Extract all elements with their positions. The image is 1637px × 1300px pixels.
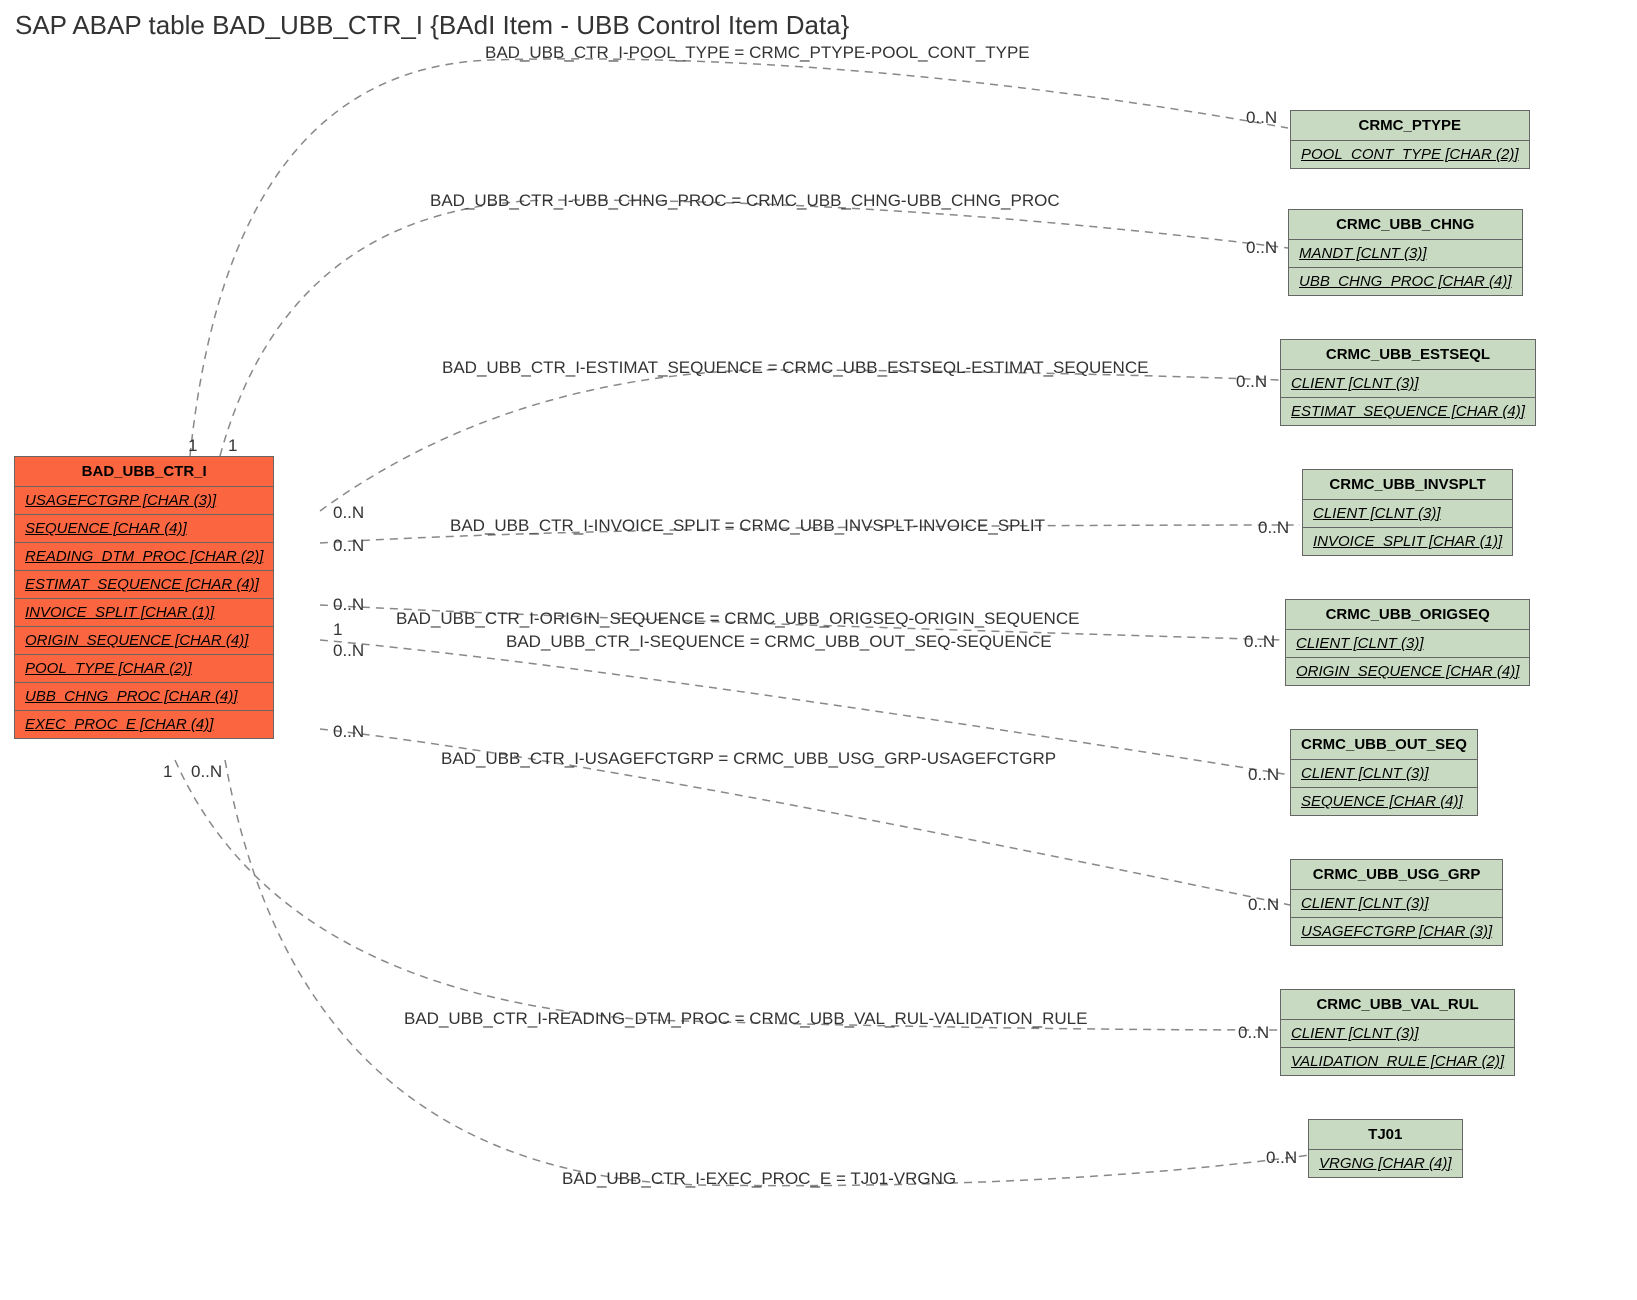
ref-table-name: CRMC_UBB_ORIGSEQ [1286, 600, 1530, 630]
ref-table-name: CRMC_PTYPE [1291, 111, 1530, 141]
cardinality-label: 0..N [333, 595, 364, 615]
cardinality-label: 0..N [1248, 765, 1279, 785]
cardinality-label: 0..N [333, 503, 364, 523]
ref-field: VRGNG [CHAR (4)] [1309, 1150, 1463, 1178]
cardinality-label: 0..N [1244, 632, 1275, 652]
page-title: SAP ABAP table BAD_UBB_CTR_I {BAdI Item … [15, 10, 849, 41]
ref-table-usggrp: CRMC_UBB_USG_GRP CLIENT [CLNT (3)] USAGE… [1290, 859, 1503, 946]
cardinality-label: 0..N [1246, 108, 1277, 128]
main-field: READING_DTM_PROC [CHAR (2)] [15, 543, 274, 571]
main-field: ORIGIN_SEQUENCE [CHAR (4)] [15, 627, 274, 655]
relation-label: BAD_UBB_CTR_I-UBB_CHNG_PROC = CRMC_UBB_C… [430, 191, 1060, 211]
cardinality-label: 0..N [1246, 238, 1277, 258]
ref-table-name: CRMC_UBB_INVSPLT [1303, 470, 1513, 500]
ref-table-valrul: CRMC_UBB_VAL_RUL CLIENT [CLNT (3)] VALID… [1280, 989, 1515, 1076]
ref-table-estseql: CRMC_UBB_ESTSEQL CLIENT [CLNT (3)] ESTIM… [1280, 339, 1536, 426]
main-field: SEQUENCE [CHAR (4)] [15, 515, 274, 543]
ref-field: CLIENT [CLNT (3)] [1303, 500, 1513, 528]
relation-label: BAD_UBB_CTR_I-SEQUENCE = CRMC_UBB_OUT_SE… [506, 632, 1052, 652]
ref-field: ESTIMAT_SEQUENCE [CHAR (4)] [1281, 398, 1536, 426]
cardinality-label: 1 [228, 436, 237, 456]
cardinality-label: 0..N [1248, 895, 1279, 915]
cardinality-label: 0..N [1236, 372, 1267, 392]
cardinality-label: 0..N [1266, 1148, 1297, 1168]
ref-table-invsplt: CRMC_UBB_INVSPLT CLIENT [CLNT (3)] INVOI… [1302, 469, 1513, 556]
ref-field: CLIENT [CLNT (3)] [1281, 370, 1536, 398]
ref-field: UBB_CHNG_PROC [CHAR (4)] [1289, 268, 1523, 296]
ref-field: ORIGIN_SEQUENCE [CHAR (4)] [1286, 658, 1530, 686]
main-field: POOL_TYPE [CHAR (2)] [15, 655, 274, 683]
main-field: UBB_CHNG_PROC [CHAR (4)] [15, 683, 274, 711]
ref-table-outseq: CRMC_UBB_OUT_SEQ CLIENT [CLNT (3)] SEQUE… [1290, 729, 1478, 816]
cardinality-label: 1 [163, 762, 172, 782]
ref-table-name: CRMC_UBB_ESTSEQL [1281, 340, 1536, 370]
ref-table-name: TJ01 [1309, 1120, 1463, 1150]
cardinality-label: 0..N [1258, 518, 1289, 538]
ref-table-name: CRMC_UBB_VAL_RUL [1281, 990, 1515, 1020]
relation-label: BAD_UBB_CTR_I-READING_DTM_PROC = CRMC_UB… [404, 1009, 1087, 1029]
cardinality-label: 1 [333, 620, 342, 640]
ref-field: INVOICE_SPLIT [CHAR (1)] [1303, 528, 1513, 556]
cardinality-label: 0..N [1238, 1023, 1269, 1043]
cardinality-label: 0..N [191, 762, 222, 782]
ref-field: USAGEFCTGRP [CHAR (3)] [1291, 918, 1503, 946]
ref-field: MANDT [CLNT (3)] [1289, 240, 1523, 268]
cardinality-label: 1 [188, 436, 197, 456]
main-field: USAGEFCTGRP [CHAR (3)] [15, 487, 274, 515]
main-field: INVOICE_SPLIT [CHAR (1)] [15, 599, 274, 627]
ref-field: VALIDATION_RULE [CHAR (2)] [1281, 1048, 1515, 1076]
ref-field: CLIENT [CLNT (3)] [1291, 760, 1478, 788]
ref-table-ptype: CRMC_PTYPE POOL_CONT_TYPE [CHAR (2)] [1290, 110, 1530, 169]
ref-table-origseq: CRMC_UBB_ORIGSEQ CLIENT [CLNT (3)] ORIGI… [1285, 599, 1530, 686]
main-entity-table: BAD_UBB_CTR_I USAGEFCTGRP [CHAR (3)] SEQ… [14, 456, 274, 739]
ref-field: CLIENT [CLNT (3)] [1286, 630, 1530, 658]
ref-table-chng: CRMC_UBB_CHNG MANDT [CLNT (3)] UBB_CHNG_… [1288, 209, 1523, 296]
ref-field: CLIENT [CLNT (3)] [1281, 1020, 1515, 1048]
relation-label: BAD_UBB_CTR_I-USAGEFCTGRP = CRMC_UBB_USG… [441, 749, 1056, 769]
ref-field: CLIENT [CLNT (3)] [1291, 890, 1503, 918]
relation-label: BAD_UBB_CTR_I-EXEC_PROC_E = TJ01-VRGNG [562, 1169, 956, 1189]
main-field: EXEC_PROC_E [CHAR (4)] [15, 711, 274, 739]
relation-label: BAD_UBB_CTR_I-INVOICE_SPLIT = CRMC_UBB_I… [450, 516, 1045, 536]
ref-field: POOL_CONT_TYPE [CHAR (2)] [1291, 141, 1530, 169]
relation-label: BAD_UBB_CTR_I-POOL_TYPE = CRMC_PTYPE-POO… [485, 43, 1030, 63]
relation-label: BAD_UBB_CTR_I-ORIGIN_SEQUENCE = CRMC_UBB… [396, 609, 1079, 629]
main-field: ESTIMAT_SEQUENCE [CHAR (4)] [15, 571, 274, 599]
main-entity-name: BAD_UBB_CTR_I [15, 457, 274, 487]
ref-field: SEQUENCE [CHAR (4)] [1291, 788, 1478, 816]
cardinality-label: 0..N [333, 536, 364, 556]
ref-table-tj01: TJ01 VRGNG [CHAR (4)] [1308, 1119, 1463, 1178]
ref-table-name: CRMC_UBB_CHNG [1289, 210, 1523, 240]
ref-table-name: CRMC_UBB_USG_GRP [1291, 860, 1503, 890]
ref-table-name: CRMC_UBB_OUT_SEQ [1291, 730, 1478, 760]
relation-label: BAD_UBB_CTR_I-ESTIMAT_SEQUENCE = CRMC_UB… [442, 358, 1148, 378]
cardinality-label: 0..N [333, 722, 364, 742]
cardinality-label: 0..N [333, 641, 364, 661]
